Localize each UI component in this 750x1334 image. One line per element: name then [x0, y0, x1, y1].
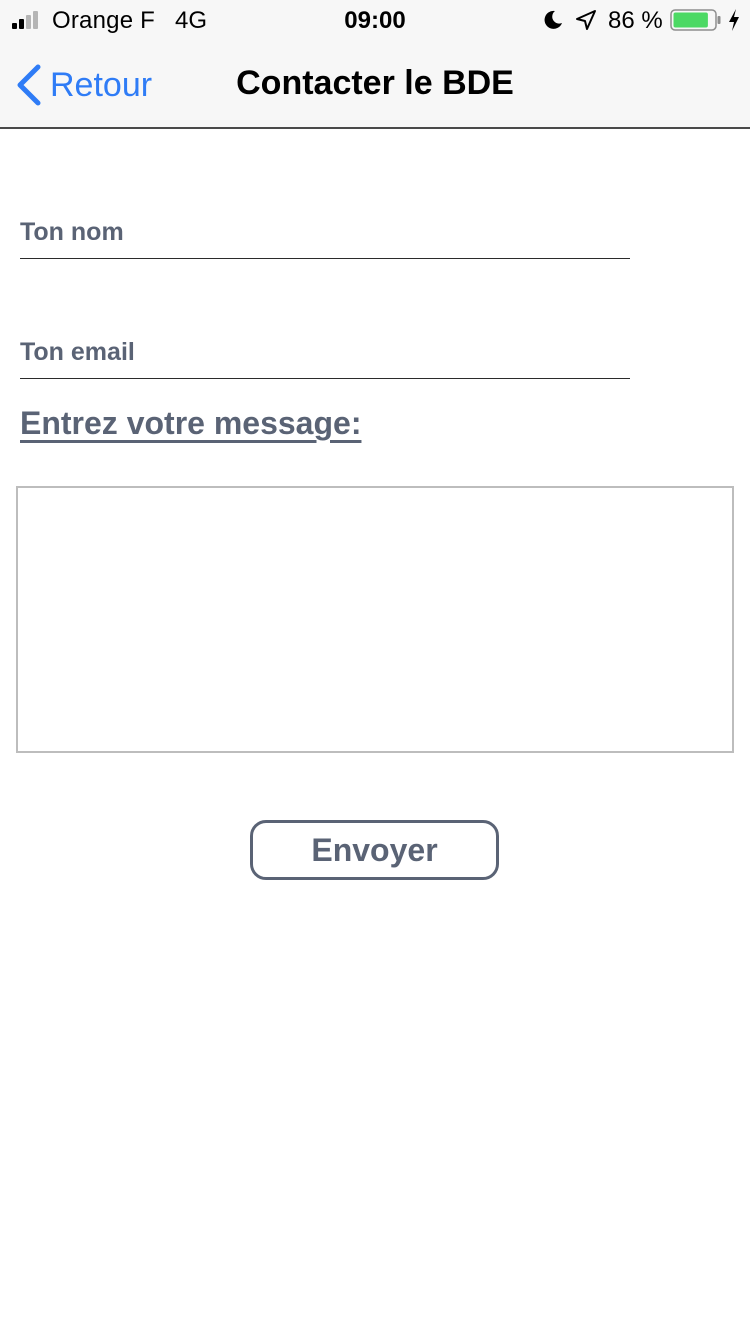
battery-icon [670, 9, 721, 31]
email-input[interactable] [20, 327, 630, 378]
name-field [20, 207, 630, 259]
location-arrow-icon [576, 10, 596, 30]
contact-screen: Orange F 4G 09:00 86 % Retour Contacter … [0, 0, 750, 1334]
page-title: Contacter le BDE [236, 64, 514, 102]
navigation-bar: Retour Contacter le BDE [0, 40, 750, 129]
message-label: Entrez votre message: [20, 405, 362, 441]
name-input[interactable] [20, 207, 630, 258]
battery-percentage: 86 % [608, 7, 663, 34]
message-textarea[interactable] [16, 486, 734, 753]
moon-icon [544, 10, 562, 29]
email-field [20, 327, 630, 379]
send-button[interactable]: Envoyer [250, 820, 499, 880]
status-bar: Orange F 4G 09:00 86 % [0, 0, 750, 40]
charging-bolt-icon [729, 9, 739, 31]
